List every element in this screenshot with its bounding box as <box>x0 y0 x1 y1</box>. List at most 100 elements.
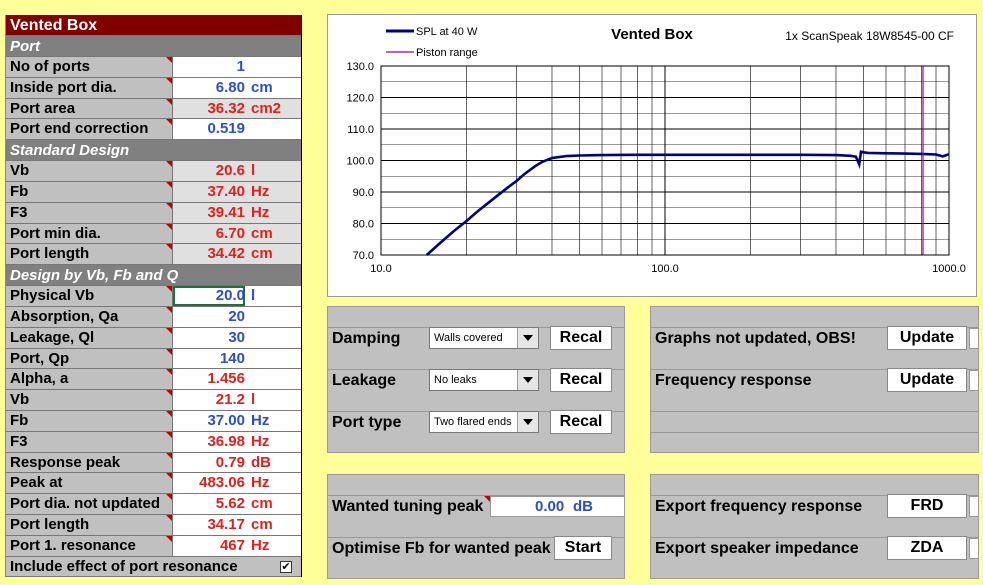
damping-select-value: Walls covered <box>434 332 503 344</box>
y-tick-label: 80.0 <box>353 219 374 231</box>
row-port-min-dia: Port min dia. 6.70 cm <box>6 223 301 245</box>
y-tick-label: 110.0 <box>347 124 374 136</box>
row-unit: Hz <box>251 411 270 429</box>
row-unit: l <box>251 162 256 180</box>
export-panel: Export frequency response FRD Export spe… <box>650 474 979 579</box>
wanted-tuning-peak-unit: dB <box>573 498 593 515</box>
row-physical-vb[interactable]: Physical Vb 20.0 l <box>6 286 301 307</box>
chart-subtitle: 1x ScanSpeak 18W8545-00 CF <box>785 29 954 43</box>
row-unit: dB <box>251 453 271 471</box>
table-title: Vented Box <box>6 15 301 36</box>
row-fb-standard: Fb 37.40 Hz <box>6 181 301 203</box>
row-no-of-ports[interactable]: No of ports 1 <box>6 57 301 78</box>
damping-select[interactable]: Walls covered <box>429 327 539 349</box>
physical-vb-input[interactable]: 20.0 <box>173 286 245 306</box>
row-port-end-correction[interactable]: Port end correction 0.519 <box>6 119 301 141</box>
row-value: 36.32 <box>207 99 245 117</box>
row-label: Port area <box>10 99 76 117</box>
row-label: Absorption, Qa <box>10 307 119 325</box>
vented-box-table: Vented Box Port No of ports 1 Inside por… <box>5 15 302 578</box>
leakage-select-value: No leaks <box>434 374 477 386</box>
row-peak-at: Peak at 483.06 Hz <box>6 473 301 495</box>
row-label: F3 <box>10 432 28 450</box>
row-unit: cm <box>251 495 273 513</box>
row-f3-standard: F3 39.41 Hz <box>6 202 301 224</box>
row-value: 39.41 <box>207 203 245 221</box>
row-value: 6.70 <box>215 224 245 242</box>
row-unit <box>245 349 251 369</box>
row-label: Physical Vb <box>10 287 95 305</box>
row-label: Response peak <box>10 453 121 471</box>
row-label: Vb <box>10 391 30 409</box>
export-zda-button[interactable]: ZDA <box>887 536 967 560</box>
row-inside-port-dia[interactable]: Inside port dia. 6.80 cm <box>6 77 301 99</box>
x-tick-label: 1000.0 <box>932 263 966 275</box>
section-port: Port <box>6 36 301 57</box>
row-value: 1.456 <box>207 370 245 388</box>
chart-title: Vented Box <box>611 26 693 43</box>
row-value: 37.40 <box>207 182 245 200</box>
row-unit: cm2 <box>251 99 282 117</box>
chevron-down-icon[interactable] <box>517 412 538 432</box>
row-unit: l <box>251 391 256 409</box>
row-label: Port, Qp <box>10 349 70 367</box>
include-port-resonance-checkbox[interactable]: ✔ <box>280 560 292 573</box>
legend-label-spl: SPL at 40 W <box>416 26 478 38</box>
export-frd-button[interactable]: FRD <box>887 494 967 518</box>
row-unit <box>245 57 251 77</box>
y-tick-label: 130.0 <box>346 61 374 73</box>
port-type-select-value: Two flared ends <box>434 416 512 428</box>
section-standard-design: Standard Design <box>6 140 301 162</box>
row-unit: Hz <box>251 203 270 221</box>
update-panel: Graphs not updated, OBS! Update Frequenc… <box>650 306 979 453</box>
row-unit: Hz <box>251 432 270 450</box>
row-absorption[interactable]: Absorption, Qa 20 <box>6 306 301 328</box>
row-label: Fb <box>10 182 29 200</box>
row-value: 467 <box>219 536 245 554</box>
row-unit <box>245 369 251 389</box>
row-vb-design: Vb 21.2 l <box>6 390 301 411</box>
row-port-area: Port area 36.32 cm2 <box>6 98 301 120</box>
row-value: 5.62 <box>215 495 245 513</box>
wanted-tuning-peak-label: Wanted tuning peak <box>332 498 484 515</box>
wanted-tuning-peak-field[interactable]: 0.00 dB <box>490 496 625 517</box>
row-port-qp[interactable]: Port, Qp 140 <box>6 348 301 370</box>
row-label: Port dia. not updated <box>10 495 160 513</box>
row-label: Peak at <box>10 474 63 492</box>
leakage-select[interactable]: No leaks <box>429 369 539 391</box>
row-value: 20 <box>228 307 245 325</box>
comment-marker <box>484 496 490 502</box>
chevron-down-icon[interactable] <box>517 328 538 348</box>
row-vb-standard: Vb 20.6 l <box>6 161 301 182</box>
row-label: Port length <box>10 245 90 263</box>
port-type-select[interactable]: Two flared ends <box>429 411 539 433</box>
row-label: F3 <box>10 203 28 221</box>
row-value: 34.17 <box>207 515 245 533</box>
row-label: Port min dia. <box>10 224 101 242</box>
row-unit: Hz <box>251 182 270 200</box>
damping-recal-button[interactable]: Recal <box>550 326 612 350</box>
row-label: Fb <box>10 411 29 429</box>
row-value: 6.80 <box>215 78 245 96</box>
row-fb-design[interactable]: Fb 37.00 Hz <box>6 410 301 432</box>
row-label: Inside port dia. <box>10 78 117 96</box>
port-type-recal-button[interactable]: Recal <box>550 410 612 434</box>
x-tick-label: 100.0 <box>651 263 679 275</box>
row-label: Port length <box>10 515 90 533</box>
leakage-label: Leakage <box>332 372 397 389</box>
row-label: Alpha, a <box>10 370 69 388</box>
leakage-recal-button[interactable]: Recal <box>550 368 612 392</box>
frequency-response-label: Frequency response <box>655 372 812 389</box>
row-leakage[interactable]: Leakage, Ql 30 <box>6 327 301 349</box>
y-tick-label: 100.0 <box>346 156 374 168</box>
frequency-response-update-button[interactable]: Update <box>887 368 967 392</box>
optimise-start-button[interactable]: Start <box>554 536 612 560</box>
row-unit: cm <box>251 224 273 242</box>
graphs-update-button[interactable]: Update <box>887 326 967 350</box>
row-alpha: Alpha, a 1.456 <box>6 369 301 391</box>
row-value: 20.6 <box>215 162 245 180</box>
row-value: 37.00 <box>207 411 245 429</box>
chevron-down-icon[interactable] <box>517 370 538 390</box>
wanted-tuning-peak-value: 0.00 <box>535 498 565 515</box>
optimise-fb-label: Optimise Fb for wanted peak <box>332 540 551 557</box>
